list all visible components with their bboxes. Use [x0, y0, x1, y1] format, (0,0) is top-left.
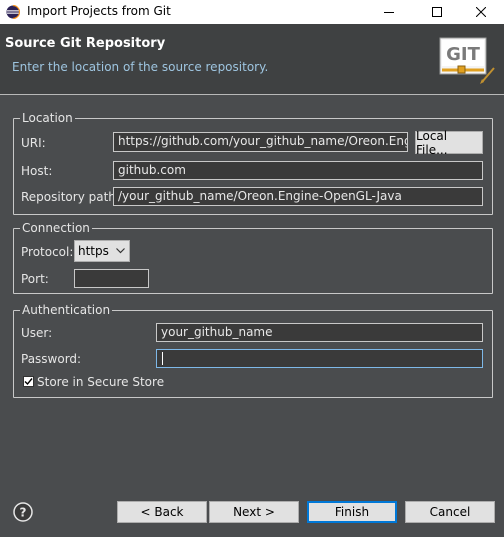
minimize-button[interactable] — [366, 0, 412, 24]
protocol-value: https — [78, 244, 109, 258]
host-label: Host: — [21, 164, 53, 178]
host-input[interactable]: github.com — [113, 161, 483, 180]
uri-input[interactable]: https://github.com/your_github_name/Oreo… — [113, 132, 408, 152]
minimize-icon — [384, 12, 394, 13]
password-label: Password: — [21, 352, 82, 366]
store-secure-checkbox[interactable] — [23, 376, 34, 387]
page-subtitle: Enter the location of the source reposit… — [12, 60, 269, 74]
user-label: User: — [21, 326, 53, 340]
git-logo-text: GIT — [446, 44, 480, 65]
close-button[interactable] — [458, 0, 504, 24]
location-legend: Location — [22, 111, 73, 125]
chevron-down-icon — [116, 248, 125, 254]
wizard-header: Source Git Repository Enter the location… — [0, 24, 504, 95]
port-input[interactable] — [74, 269, 149, 288]
window-titlebar: Import Projects from Git — [0, 0, 504, 24]
local-file-button[interactable]: Local File... — [415, 129, 483, 157]
port-label: Port: — [21, 272, 49, 286]
maximize-icon — [432, 7, 442, 17]
maximize-button[interactable] — [414, 0, 460, 24]
window-title: Import Projects from Git — [27, 4, 171, 18]
help-icon[interactable]: ? — [13, 502, 33, 522]
next-button[interactable]: Next > — [209, 501, 299, 523]
git-logo-icon: GIT — [439, 37, 495, 84]
repository-path-input[interactable]: /your_github_name/Oreon.Engine-OpenGL-Ja… — [113, 187, 483, 206]
finish-button[interactable]: Finish — [307, 501, 397, 523]
authentication-legend: Authentication — [22, 303, 111, 317]
svg-text:?: ? — [20, 506, 27, 520]
connection-legend: Connection — [22, 221, 90, 235]
protocol-label: Protocol: — [21, 245, 74, 259]
repository-path-label: Repository path: — [21, 190, 120, 204]
back-button[interactable]: < Back — [117, 501, 207, 523]
checkmark-icon — [24, 378, 33, 386]
user-input[interactable]: your_github_name — [156, 323, 483, 342]
protocol-select[interactable]: https — [74, 240, 130, 262]
cancel-button[interactable]: Cancel — [405, 501, 495, 523]
uri-label: URI: — [21, 136, 46, 150]
eclipse-icon — [6, 5, 20, 19]
store-secure-label: Store in Secure Store — [37, 375, 165, 389]
text-cursor — [162, 352, 163, 365]
close-icon — [476, 7, 486, 17]
page-title: Source Git Repository — [5, 36, 166, 51]
password-input[interactable] — [156, 349, 483, 368]
